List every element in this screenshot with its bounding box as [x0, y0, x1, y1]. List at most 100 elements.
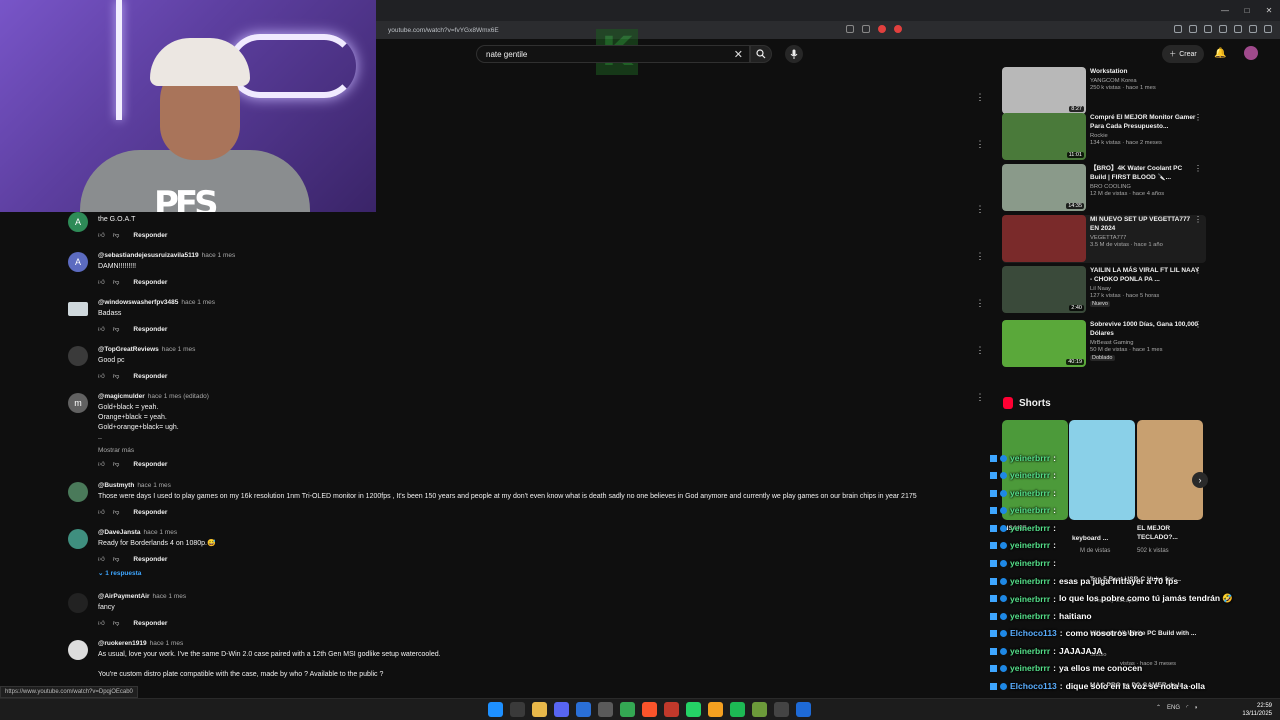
user-avatar[interactable]: [1244, 46, 1258, 60]
comment-author[interactable]: @magicmulder: [98, 393, 145, 400]
more-options-icon[interactable]: ⋮: [975, 204, 985, 215]
minecraft-icon[interactable]: [752, 702, 767, 717]
like-icon[interactable]: 👍︎: [98, 372, 105, 380]
video-thumbnail[interactable]: 14:35: [1002, 164, 1086, 211]
bookmark-icon[interactable]: [1204, 25, 1212, 33]
recommended-video[interactable]: 14:35 【BRO】4K Water Coolant PC Build | F…: [1002, 164, 1206, 212]
video-title[interactable]: 【BRO】4K Water Coolant PC Build | FIRST B…: [1090, 164, 1200, 182]
short-title[interactable]: EL MEJOR TECLADO?...: [1137, 524, 1199, 542]
like-icon[interactable]: 👍︎: [98, 325, 105, 333]
file-explorer-icon[interactable]: [532, 702, 547, 717]
comment-avatar[interactable]: A: [68, 212, 88, 232]
comment-time[interactable]: hace 1 mes: [202, 252, 236, 259]
comment-avatar[interactable]: [68, 482, 88, 502]
close-window-icon[interactable]: ✕: [1258, 0, 1280, 21]
lang-indicator[interactable]: ENG: [1167, 705, 1180, 711]
notifications-bell-icon[interactable]: 🔔: [1214, 48, 1226, 59]
short-thumbnail[interactable]: [1137, 420, 1203, 520]
extension-icon[interactable]: [1174, 25, 1182, 33]
comment-author[interactable]: @windowswasherfpv3485: [98, 299, 178, 306]
show-more-link[interactable]: Mostrar más: [98, 447, 928, 454]
video-thumbnail[interactable]: [1002, 215, 1086, 262]
chrome-icon[interactable]: [620, 702, 635, 717]
comment-time[interactable]: hace 1 mes: [143, 529, 177, 536]
comment-avatar[interactable]: m: [68, 393, 88, 413]
reply-button[interactable]: Responder: [133, 232, 167, 239]
video-title[interactable]: Compré El MEJOR Monitor Gamer Para Cada …: [1090, 113, 1200, 131]
like-icon[interactable]: 👍︎: [98, 555, 105, 563]
comment-time[interactable]: hace 1 mes: [150, 640, 184, 647]
create-button[interactable]: ＋ Crear: [1162, 45, 1204, 63]
reply-button[interactable]: Responder: [133, 620, 167, 627]
shorts-next-icon[interactable]: ›: [1192, 472, 1208, 488]
wifi-icon[interactable]: ◜: [1186, 704, 1188, 711]
app-icon[interactable]: [774, 702, 789, 717]
video-menu-icon[interactable]: ⋮: [1194, 113, 1202, 122]
search-button[interactable]: [750, 45, 772, 63]
comment-time[interactable]: hace 1 mes: [137, 482, 171, 489]
video-channel[interactable]: MrBeast Gaming: [1090, 340, 1200, 346]
app-icon[interactable]: [796, 702, 811, 717]
comment-author[interactable]: @TopGreatReviews: [98, 346, 159, 353]
like-icon[interactable]: 👍︎: [98, 619, 105, 627]
reply-button[interactable]: Responder: [133, 556, 167, 563]
video-channel[interactable]: Lil Naay: [1090, 286, 1200, 292]
dislike-icon[interactable]: 👎︎: [113, 231, 120, 239]
video-thumbnail[interactable]: 8:27: [1002, 67, 1086, 114]
video-thumbnail[interactable]: 2:40: [1002, 266, 1086, 313]
short-title[interactable]: keyboard ...: [1072, 534, 1134, 543]
comment-author[interactable]: @sebastiandejesusruizavila5119: [98, 252, 199, 259]
search-value[interactable]: nate gentile: [486, 50, 527, 59]
comment-author[interactable]: @AirPaymentAir: [98, 593, 150, 600]
store-icon[interactable]: [576, 702, 591, 717]
comment-avatar[interactable]: [68, 640, 88, 660]
comment-time[interactable]: hace 1 mes: [162, 346, 196, 353]
media-icon[interactable]: [664, 702, 679, 717]
reply-button[interactable]: Responder: [133, 461, 167, 468]
music-icon[interactable]: [1189, 25, 1197, 33]
vlc-icon[interactable]: [708, 702, 723, 717]
video-channel[interactable]: Rockie: [1090, 133, 1200, 139]
more-options-icon[interactable]: ⋮: [975, 251, 985, 262]
video-menu-icon[interactable]: ⋮: [1194, 320, 1202, 329]
voice-search-button[interactable]: [785, 45, 803, 63]
video-title[interactable]: MI NUEVO SET UP VEGETTA777 EN 2024: [1090, 215, 1200, 233]
volume-icon[interactable]: ◗: [1194, 705, 1198, 711]
more-options-icon[interactable]: ⋮: [975, 92, 985, 103]
more-options-icon[interactable]: ⋮: [975, 345, 985, 356]
wallet-icon[interactable]: [1234, 25, 1242, 33]
sidebar-icon[interactable]: [1219, 25, 1227, 33]
recommended-video[interactable]: 8:27 Workstation YANGCOM Korea 250 k vis…: [1002, 67, 1206, 115]
comment-author[interactable]: @Bustmyth: [98, 482, 134, 489]
clear-search-icon[interactable]: ✕: [734, 48, 743, 61]
comment-avatar[interactable]: [68, 346, 88, 366]
like-icon[interactable]: 👍︎: [98, 460, 105, 468]
like-icon[interactable]: 👍︎: [98, 508, 105, 516]
recommended-video[interactable]: 40:19 Sobrevive 1000 Días, Gana 100,000 …: [1002, 320, 1206, 368]
comment-time[interactable]: hace 1 mes: [153, 593, 187, 600]
more-options-icon[interactable]: ⋮: [975, 298, 985, 309]
dislike-icon[interactable]: 👎︎: [113, 325, 120, 333]
recommended-video[interactable]: MI NUEVO SET UP VEGETTA777 EN 2024 VEGET…: [1002, 215, 1206, 263]
more-options-icon[interactable]: ⋮: [975, 392, 985, 403]
search-icon[interactable]: [510, 702, 525, 717]
reply-button[interactable]: Responder: [133, 326, 167, 333]
video-title[interactable]: YAILIN LA MÁS VIRAL FT LIL NAAY - CHOKO …: [1090, 266, 1200, 284]
recommended-video[interactable]: 2:40 YAILIN LA MÁS VIRAL FT LIL NAAY - C…: [1002, 266, 1206, 314]
tray-chevron-icon[interactable]: ⌃: [1156, 704, 1161, 711]
like-icon[interactable]: 👍︎: [98, 278, 105, 286]
maximize-icon[interactable]: □: [1236, 0, 1258, 21]
like-icon[interactable]: 👍︎: [98, 231, 105, 239]
minimize-icon[interactable]: —: [1214, 0, 1236, 21]
dislike-icon[interactable]: 👎︎: [113, 555, 120, 563]
video-title[interactable]: Sobrevive 1000 Días, Gana 100,000 Dólare…: [1090, 320, 1200, 338]
short-thumbnail[interactable]: [1069, 420, 1135, 520]
comment-time[interactable]: hace 1 mes: [181, 299, 215, 306]
video-menu-icon[interactable]: ⋮: [1194, 266, 1202, 275]
video-menu-icon[interactable]: ⋮: [1194, 215, 1202, 224]
whatsapp-icon[interactable]: [686, 702, 701, 717]
brave-rewards-icon[interactable]: [894, 25, 902, 33]
video-channel[interactable]: BRO COOLING: [1090, 184, 1200, 190]
video-thumbnail[interactable]: 11:01: [1002, 113, 1086, 160]
comment-avatar[interactable]: [68, 593, 88, 613]
